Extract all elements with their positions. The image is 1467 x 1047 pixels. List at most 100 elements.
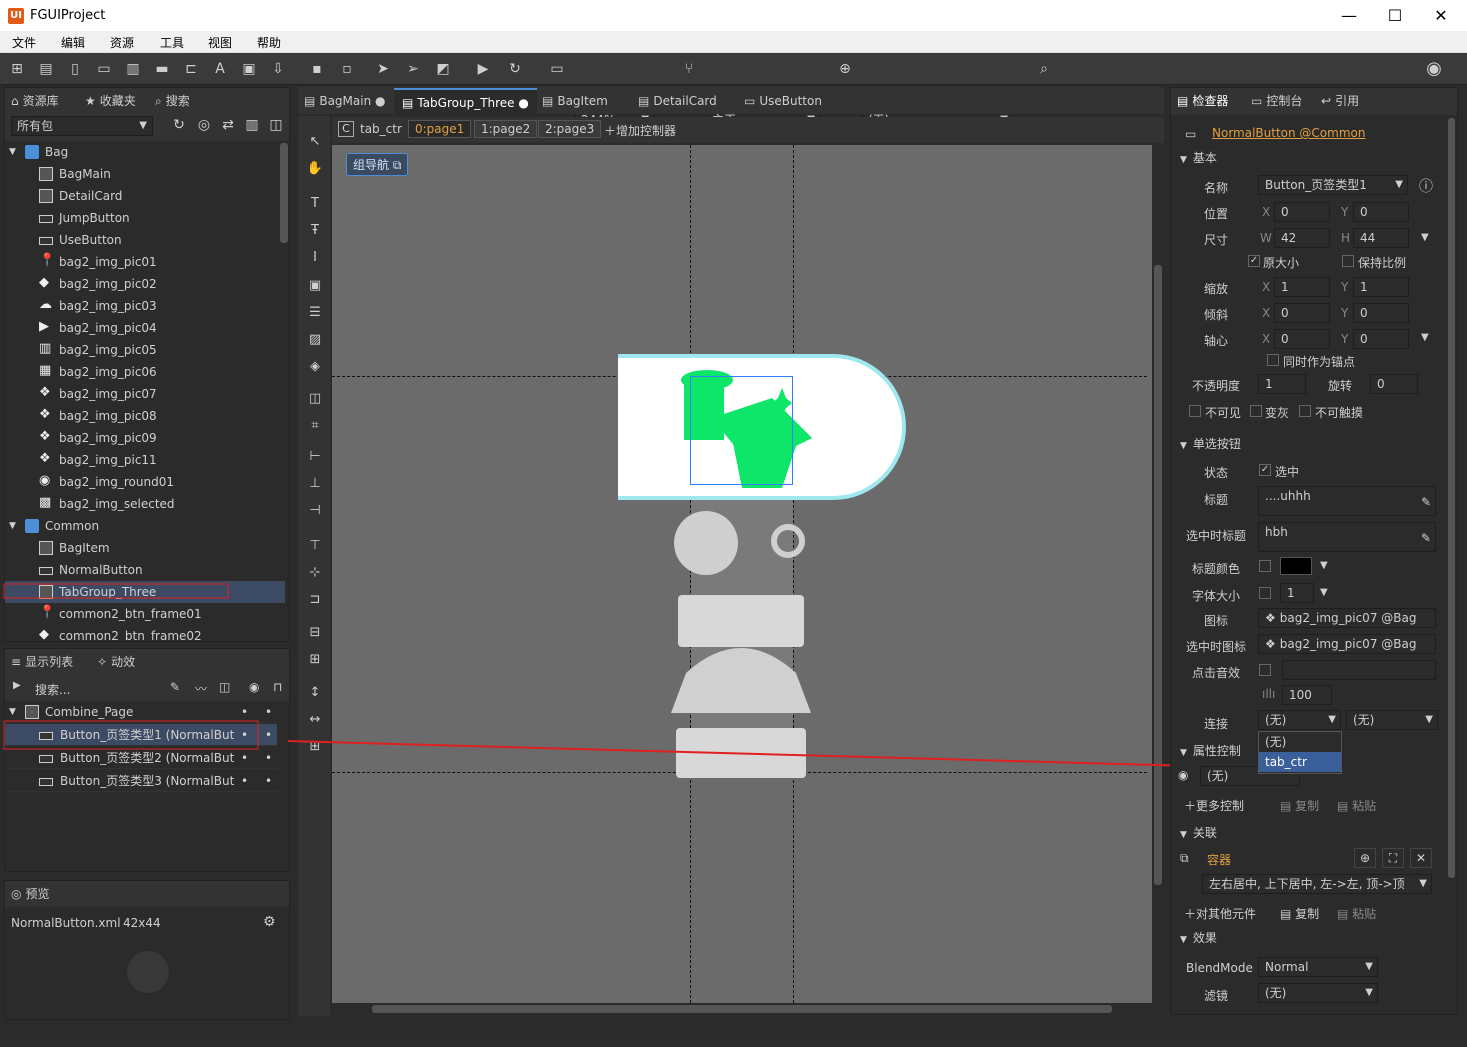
link-page-select[interactable]: (无) ▼ bbox=[1346, 710, 1438, 730]
menu-tools[interactable]: 工具 bbox=[160, 34, 184, 51]
other-element-button[interactable]: ＋对其他元件 bbox=[1184, 905, 1256, 922]
controller-name[interactable]: tab_ctr bbox=[360, 122, 402, 136]
tree-item[interactable]: ▩ bag2_img_selected bbox=[5, 493, 285, 515]
y-field[interactable]: 0 bbox=[1353, 202, 1409, 222]
display-list-item[interactable]: Button_页签类型3 (NormalBut • • bbox=[5, 770, 277, 792]
visibility-dot[interactable]: • bbox=[265, 701, 272, 723]
doc-tab-detailcard[interactable]: ▤ DetailCard bbox=[638, 88, 717, 114]
page-tab-1[interactable]: 1:page2 bbox=[474, 120, 538, 138]
tree-item[interactable]: 📍 common2_btn_frame01 bbox=[5, 603, 285, 625]
tree-item[interactable]: ☁ bag2_img_pic03 bbox=[5, 295, 285, 317]
edit-icon[interactable]: ✎ bbox=[1421, 529, 1431, 547]
lock-icon[interactable]: ⊓ bbox=[273, 680, 282, 694]
tree-item[interactable]: ◆ common2_btn_frame02 bbox=[5, 625, 285, 642]
source-link[interactable]: NormalButton @Common bbox=[1212, 126, 1365, 140]
new-progress-icon[interactable]: ▬ bbox=[153, 60, 171, 78]
edit-icon[interactable]: ✎ bbox=[170, 680, 180, 694]
settings-icon[interactable]: ⚙ bbox=[263, 914, 276, 930]
new-slider-icon[interactable]: ⊏ bbox=[182, 60, 200, 78]
group-nav-button[interactable]: 组导航 ⧉ bbox=[346, 153, 409, 176]
display-list-item[interactable]: Button_页签类型2 (NormalBut • • bbox=[5, 747, 277, 769]
info-icon[interactable]: ⓘ bbox=[1419, 176, 1433, 196]
dropdown-option-none[interactable]: (无) bbox=[1259, 732, 1341, 752]
doc-tab-bagitem[interactable]: ▤ BagItem bbox=[542, 88, 608, 114]
close-button[interactable]: ✕ bbox=[1418, 0, 1464, 31]
locate-icon[interactable]: ◎ bbox=[195, 116, 213, 134]
visibility-dot[interactable]: • bbox=[265, 724, 272, 746]
title-color-swatch[interactable] bbox=[1280, 557, 1312, 575]
input-tool-icon[interactable]: Ⅰ bbox=[306, 249, 324, 267]
color-menu-icon[interactable]: ▼ bbox=[1320, 560, 1328, 571]
w-field[interactable]: 42 bbox=[1274, 228, 1330, 248]
group-tool-icon[interactable]: ◫ bbox=[306, 390, 324, 408]
collapse-arrow-icon[interactable]: ▼ bbox=[9, 515, 16, 537]
tab-preview[interactable]: ◎ 预览 bbox=[11, 881, 50, 907]
paste-button[interactable]: ▤ 粘贴 bbox=[1337, 797, 1376, 814]
refresh-icon[interactable]: ↻ bbox=[506, 60, 524, 78]
collapse-icon[interactable]: ◫ bbox=[267, 116, 285, 134]
sound-field[interactable] bbox=[1282, 660, 1436, 680]
minimize-button[interactable]: — bbox=[1326, 0, 1372, 31]
visibility-dot[interactable]: • bbox=[265, 770, 272, 792]
font-size-field[interactable]: 1 bbox=[1280, 583, 1314, 603]
grid-icon[interactable]: ⊞ bbox=[306, 738, 324, 756]
align-bottom-icon[interactable]: ⊣ bbox=[306, 502, 324, 520]
maximize-button[interactable]: ☐ bbox=[1372, 0, 1418, 31]
new-font-icon[interactable]: A bbox=[211, 60, 229, 78]
selected-title-field[interactable]: hbh ✎ bbox=[1258, 522, 1436, 552]
icon-field[interactable]: ❖ bag2_img_pic07 @Bag bbox=[1258, 608, 1436, 628]
publish-settings-icon[interactable]: ◩ bbox=[434, 60, 452, 78]
play-icon[interactable]: ▶ bbox=[474, 60, 492, 78]
select-tool-icon[interactable]: ↖ bbox=[306, 133, 324, 151]
monitor-icon[interactable]: ▭ bbox=[548, 60, 566, 78]
alpha-field[interactable]: 1 bbox=[1258, 374, 1306, 394]
columns-icon[interactable]: ▥ bbox=[243, 116, 261, 134]
tree-item[interactable]: ❖ bag2_img_pic09 bbox=[5, 427, 285, 449]
tab-console[interactable]: ▭ 控制台 bbox=[1251, 88, 1302, 114]
section-radio-button[interactable]: ▼ 单选按钮 bbox=[1180, 435, 1241, 452]
new-combo-icon[interactable]: ▥ bbox=[124, 60, 142, 78]
tree-item[interactable]: ◆ bag2_img_pic02 bbox=[5, 273, 285, 295]
pivot-x-field[interactable]: 0 bbox=[1274, 329, 1330, 349]
tab-inspector[interactable]: ▤ 检查器 bbox=[1177, 88, 1228, 114]
menu-view[interactable]: 视图 bbox=[208, 34, 232, 51]
untouchable-checkbox[interactable] bbox=[1299, 405, 1311, 417]
inspector-scrollbar[interactable] bbox=[1448, 118, 1455, 878]
collapse-arrow-icon[interactable]: ▼ bbox=[9, 141, 16, 163]
skew-y-field[interactable]: 0 bbox=[1353, 303, 1409, 323]
stage-hscroll[interactable] bbox=[332, 1003, 1152, 1015]
user-icon[interactable]: ◉ bbox=[1425, 60, 1443, 78]
menu-file[interactable]: 文件 bbox=[12, 34, 36, 51]
new-movieclip-icon[interactable]: ▣ bbox=[240, 60, 258, 78]
expand-icon[interactable]: ▶ bbox=[13, 680, 21, 691]
eye-icon[interactable]: ◉ bbox=[249, 680, 259, 694]
transform-tool-icon[interactable]: ⌗ bbox=[306, 417, 324, 435]
section-relation[interactable]: ▼ 关联 bbox=[1180, 824, 1217, 841]
doc-tab-usebutton[interactable]: ▭ UseButton bbox=[744, 88, 822, 114]
sound-checkbox[interactable] bbox=[1259, 664, 1271, 676]
tab-button-1[interactable] bbox=[618, 354, 906, 500]
display-list-item[interactable]: ▼ Combine_Page • • bbox=[5, 701, 277, 723]
visibility-dot[interactable]: • bbox=[241, 747, 248, 769]
section-effect[interactable]: ▼ 效果 bbox=[1180, 929, 1217, 946]
h-field[interactable]: 44 bbox=[1353, 228, 1409, 248]
tree-item[interactable]: NormalButton bbox=[5, 559, 285, 581]
relation-paste-button[interactable]: ▤ 粘贴 bbox=[1337, 905, 1376, 922]
tree-scrollbar[interactable] bbox=[280, 143, 288, 243]
blendmode-select[interactable]: Normal ▼ bbox=[1258, 957, 1378, 977]
save-icon[interactable]: ▪ bbox=[308, 60, 326, 78]
distribute-h-icon[interactable]: ⊟ bbox=[306, 624, 324, 642]
expand-icon[interactable]: ⛶ bbox=[1382, 848, 1404, 868]
size-menu-icon[interactable]: ▼ bbox=[1421, 232, 1429, 243]
align-right-icon[interactable]: ⊐ bbox=[306, 591, 324, 609]
pivot-menu-icon[interactable]: ▼ bbox=[1421, 332, 1429, 343]
distribute-v-icon[interactable]: ⊞ bbox=[306, 651, 324, 669]
relation-target[interactable]: 容器 bbox=[1207, 851, 1231, 868]
anchor-checkbox[interactable] bbox=[1267, 354, 1279, 366]
font-size-menu-icon[interactable]: ▼ bbox=[1320, 587, 1328, 598]
package-filter[interactable]: 所有包 ▼ bbox=[11, 116, 153, 136]
tree-item[interactable]: UseButton bbox=[5, 229, 285, 251]
remove-icon[interactable]: ✕ bbox=[1410, 848, 1432, 868]
visibility-dot[interactable]: • bbox=[265, 747, 272, 769]
tab-search[interactable]: ⌕ 搜索 bbox=[155, 88, 190, 114]
